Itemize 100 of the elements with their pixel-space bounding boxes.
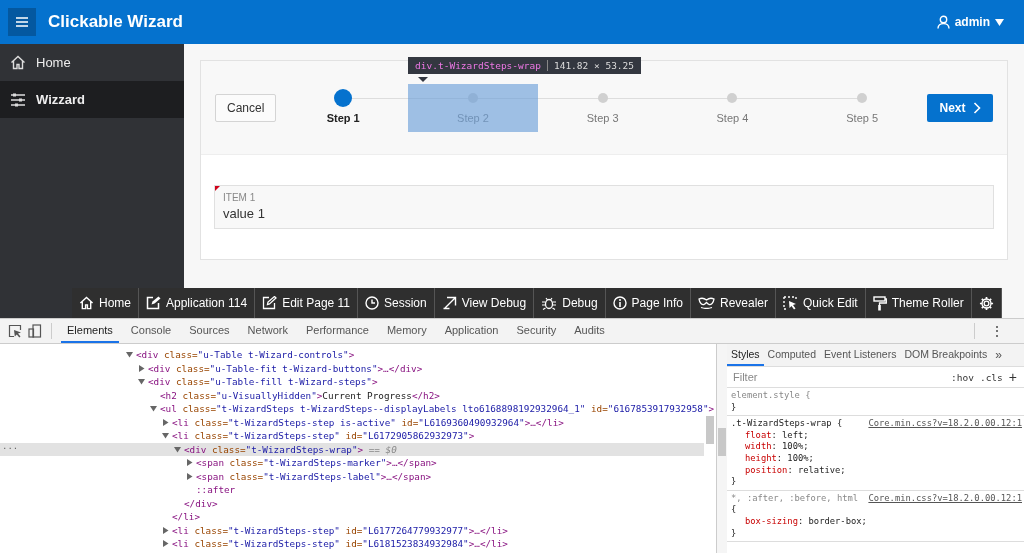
collapsed-triangle-icon[interactable] [162, 540, 169, 548]
sliders-icon [10, 92, 26, 107]
css-brace: { [731, 504, 738, 516]
step-label[interactable]: Step 4 [716, 112, 749, 124]
toolbar-button[interactable]: Edit Page 11 [255, 288, 358, 318]
next-button[interactable]: Next [927, 93, 993, 122]
tree-row[interactable]: <li class="t-WizardSteps-step is-active" id="L6169360490932964">…</li> [0, 415, 704, 429]
tree-row[interactable]: <span class="t-WizardSteps-label">…</span> [0, 469, 704, 483]
cls-toggle[interactable]: .cls [976, 371, 1006, 383]
tree-row[interactable]: <span class="t-WizardSteps-marker">…</span> [0, 456, 704, 470]
css-declaration: position: relative; [744, 464, 847, 477]
expanded-triangle-icon[interactable] [150, 405, 157, 413]
expanded-triangle-icon[interactable] [126, 351, 133, 359]
toolbar-button[interactable]: View Debug [434, 288, 535, 318]
row-menu-dots[interactable]: ... [2, 440, 19, 451]
edit-icon [146, 296, 161, 310]
expanded-triangle-icon[interactable] [174, 445, 181, 453]
tree-row[interactable]: <div class="u-Table t-Wizard-controls"> [0, 348, 704, 362]
devtools-tab[interactable]: Security [510, 319, 563, 343]
devtools-tab[interactable]: Sources [183, 319, 236, 343]
tree-row[interactable]: ... <div class="t-WizardSteps-wrap"> == $0 [0, 442, 704, 456]
devtools-tab[interactable]: Performance [299, 319, 375, 343]
devtools-tab[interactable]: Console [124, 319, 178, 343]
paint-roller-icon [872, 295, 887, 311]
user-menu-button[interactable]: admin [930, 14, 1010, 30]
more-button[interactable]: ⋮ [984, 322, 1010, 340]
toolbar-button[interactable]: Theme Roller [865, 288, 972, 318]
styles-tab[interactable]: DOM Breakpoints [900, 344, 992, 366]
css-declaration: float: left; [744, 429, 810, 442]
external-link-icon [441, 296, 457, 310]
source-link[interactable]: Core.min.css?v=18.2.0.00.12:1 [868, 418, 1022, 430]
tree-row[interactable]: <div class="u-Table-fill t-Wizard-steps"> [0, 375, 704, 389]
markup-line: <div class="u-Table-fit t-Wizard-buttons">…</div> [148, 362, 423, 374]
collapsed-triangle-icon[interactable] [162, 526, 169, 534]
devtools-tab[interactable]: Memory [380, 319, 433, 343]
app-title: Clickable Wizard [48, 12, 183, 32]
scrollbar-thumb[interactable] [706, 416, 714, 444]
inspect-icon[interactable] [8, 324, 22, 338]
corner-flag-icon [215, 186, 220, 191]
tree-row[interactable]: ::after [0, 483, 704, 497]
collapsed-triangle-icon[interactable] [162, 418, 169, 426]
pencil-icon [262, 296, 278, 310]
chevron-right-icon [972, 101, 981, 114]
step-label[interactable]: Step 1 [326, 112, 360, 124]
sidebar-item[interactable]: Home [0, 44, 184, 81]
cancel-button[interactable]: Cancel [215, 93, 277, 122]
expanded-triangle-icon[interactable] [138, 378, 145, 386]
styles-tab[interactable]: Computed [763, 344, 821, 366]
devtools-tab[interactable]: Application [438, 319, 505, 343]
menu-icon [15, 16, 29, 28]
css-declaration: width: 100%; [744, 441, 810, 453]
devtools-tab[interactable]: Network [241, 319, 294, 343]
devtools-tab[interactable]: Elements [61, 319, 119, 343]
scrollbar-thumb[interactable] [718, 428, 726, 456]
toolbar-button[interactable]: Debug [534, 288, 606, 318]
step-label[interactable]: Step 5 [846, 112, 879, 124]
device-icon[interactable] [28, 324, 42, 338]
tree-row[interactable]: <h2 class="u-VisuallyHidden">Current Progress</h2> [0, 388, 704, 402]
collapsed-triangle-icon[interactable] [186, 459, 193, 467]
tree-row[interactable]: <li class="t-WizardSteps-step" id="L6181523834932984">…</li> [0, 537, 704, 551]
hov-toggle[interactable]: :hov [948, 371, 977, 383]
mask-icon [697, 297, 715, 309]
tree-row[interactable]: <li class="t-WizardSteps-step" id="L6172905862932973"> [0, 429, 704, 443]
toolbar-button[interactable]: Application 114 [139, 288, 256, 318]
toolbar-button[interactable]: Home [72, 288, 139, 318]
caret-icon [995, 18, 1004, 26]
css-brace: } [731, 527, 738, 540]
toolbar-button[interactable]: Revealer [690, 288, 776, 318]
sidebar-item[interactable]: Wizzard [0, 81, 184, 118]
toolbar-button[interactable]: Session [358, 288, 435, 318]
user-icon [936, 15, 950, 29]
field-label: ITEM 1 [223, 192, 257, 203]
toolbar-button[interactable]: Quick Edit [776, 288, 866, 318]
css-selector: *, :after, :before, html [731, 492, 859, 505]
devtools-tab[interactable]: Audits [568, 319, 611, 343]
source-link[interactable]: Core.min.css?v=18.2.0.00.12:1 [868, 492, 1022, 505]
markup-line: <li class="t-WizardSteps-step" id="L6177264779932977">…</li> [172, 524, 508, 536]
collapsed-triangle-icon[interactable] [138, 364, 145, 372]
css-declaration: height: 100%; [744, 452, 815, 465]
markup-line: <div class="u-Table t-Wizard-controls"> [136, 349, 355, 361]
styles-tab[interactable]: Event Listeners [820, 344, 901, 366]
tree-row[interactable]: <div class="u-Table-fit t-Wizard-buttons">…</div> [0, 361, 704, 375]
toolbar-button[interactable]: Page Info [605, 288, 691, 318]
bug-icon [541, 296, 558, 310]
markup-line: ::after [196, 484, 236, 496]
markup-line: <span class="t-WizardSteps-label">…</span> [196, 470, 432, 482]
info-icon [612, 296, 627, 310]
markup-line: <li class="t-WizardSteps-step" id="L6172905862932973"> [172, 430, 475, 442]
settings-button[interactable] [971, 288, 1002, 318]
tooltip-pointer [418, 77, 429, 82]
expanded-triangle-icon[interactable] [162, 432, 169, 440]
css-selector: .t-WizardSteps-wrap { [731, 418, 843, 430]
css-declaration: box-sizing: border-box; [744, 515, 868, 528]
new-rule-button[interactable]: + [1005, 369, 1020, 385]
step-label[interactable]: Step 3 [586, 112, 619, 124]
overflow-button[interactable]: » [991, 348, 1006, 362]
tree-row[interactable]: <li class="t-WizardSteps-step" id="L6177264779932977">…</li> [0, 523, 704, 537]
styles-tab[interactable]: Styles [727, 344, 764, 366]
menu-button[interactable] [8, 8, 36, 36]
collapsed-triangle-icon[interactable] [186, 472, 193, 480]
